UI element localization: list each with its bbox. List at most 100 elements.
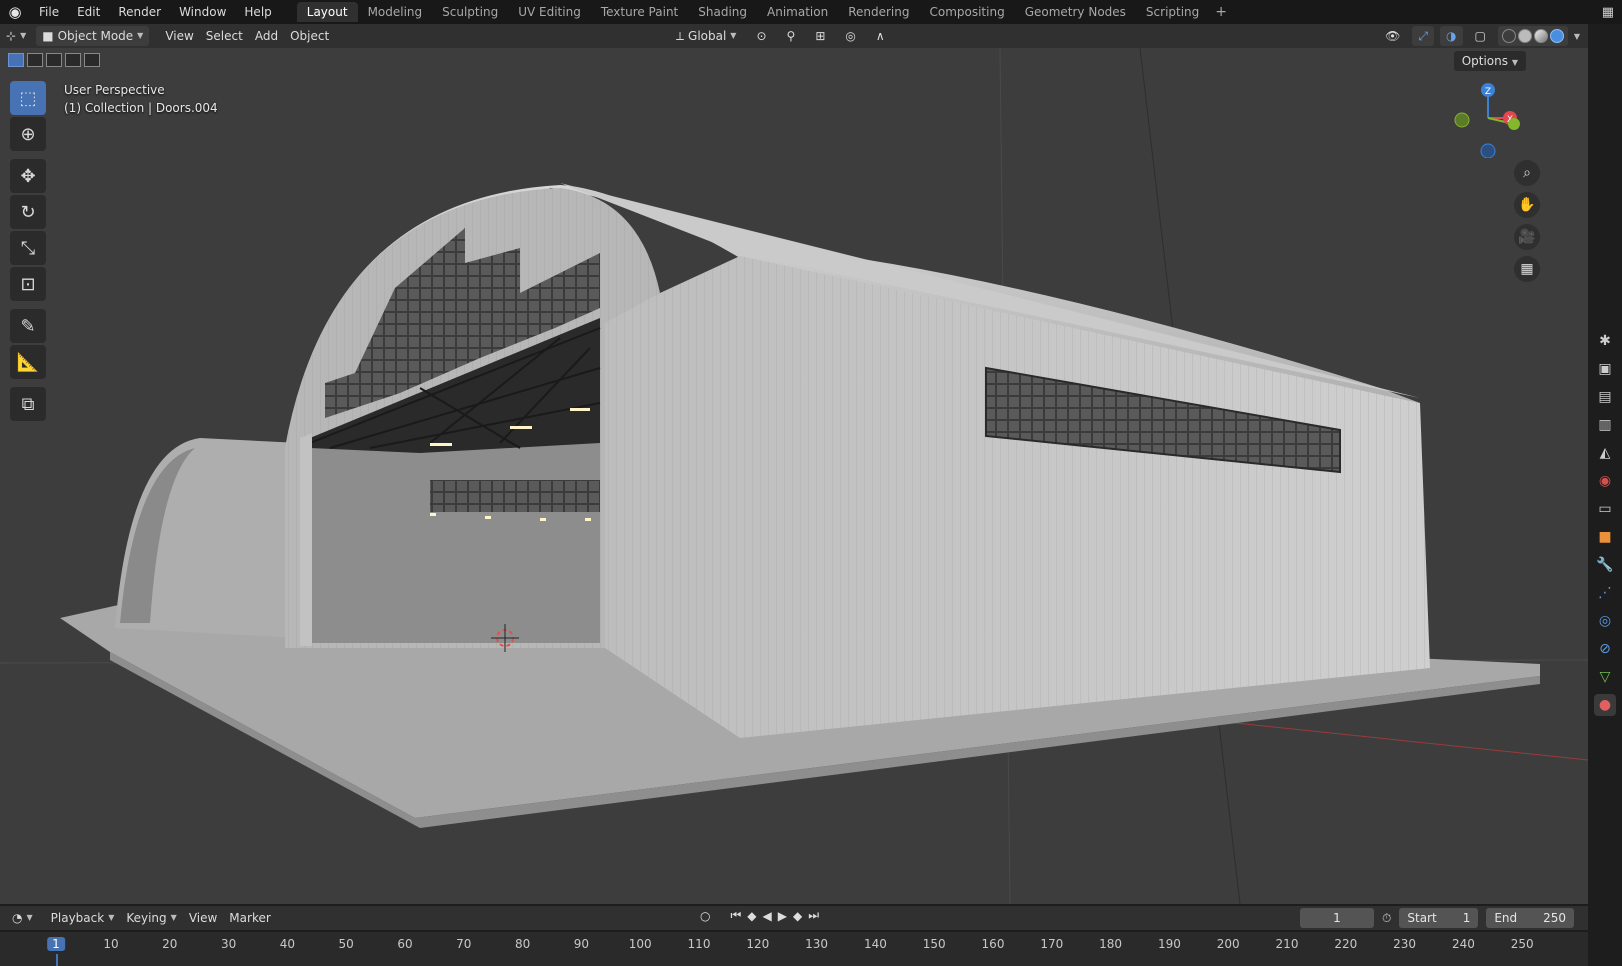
overlay-toggle-icon[interactable]: ◑ <box>1440 26 1463 46</box>
menu-keying[interactable]: Keying ▼ <box>120 908 182 928</box>
material-shading-icon[interactable] <box>1533 29 1548 43</box>
menu-marker[interactable]: Marker <box>223 908 276 928</box>
editor-type-icon: ⊹ <box>6 29 17 43</box>
select-subtract-icon[interactable] <box>46 53 62 67</box>
object-icon[interactable]: ■ <box>1594 526 1616 548</box>
snap-icon[interactable]: ⚲ <box>781 26 802 46</box>
3d-viewport[interactable]: User Perspective (1) Collection | Doors.… <box>0 48 1588 904</box>
jump-end-icon[interactable]: ⏭ <box>808 908 819 923</box>
timeline-tick: 250 <box>1510 937 1534 951</box>
playhead[interactable] <box>56 954 58 966</box>
move-icon[interactable]: ✥ <box>10 159 46 193</box>
scene-selector-icon[interactable]: ▦ <box>1602 5 1614 20</box>
menu-view[interactable]: View <box>159 26 199 46</box>
gizmo-toggle-icon[interactable]: ⤢ <box>1412 26 1435 46</box>
tab-modeling[interactable]: Modeling <box>358 2 433 22</box>
select-extend-icon[interactable] <box>27 53 43 67</box>
timeline-tick: 190 <box>1157 937 1181 951</box>
menu-help[interactable]: Help <box>235 0 280 24</box>
editor-type-button[interactable]: ⊹ ▼ <box>0 26 32 46</box>
scale-icon[interactable]: ⤡ <box>10 231 46 265</box>
menu-select[interactable]: Select <box>200 26 249 46</box>
auto-key-icon[interactable]: ○ <box>700 909 710 923</box>
camera-icon[interactable]: 🎥 <box>1514 224 1540 250</box>
menu-render[interactable]: Render <box>109 0 170 24</box>
proportional-edit-icon[interactable]: ◎ <box>839 26 861 46</box>
data-icon[interactable]: ▽ <box>1594 666 1616 688</box>
select-new-icon[interactable] <box>8 53 24 67</box>
select-intersect-icon[interactable] <box>84 53 100 67</box>
add-cube-icon[interactable]: ⧉ <box>10 387 46 421</box>
menu-edit[interactable]: Edit <box>68 0 109 24</box>
add-workspace-button[interactable]: + <box>1209 4 1233 20</box>
tab-sculpting[interactable]: Sculpting <box>432 2 508 22</box>
timeline-editor-type[interactable]: ◔ ▼ <box>6 908 39 928</box>
wireframe-shading-icon[interactable] <box>1501 29 1516 43</box>
snap-target-icon[interactable]: ⊞ <box>809 26 831 46</box>
annotate-icon[interactable]: ✎ <box>10 309 46 343</box>
solid-shading-icon[interactable] <box>1517 29 1532 43</box>
play-reverse-icon[interactable]: ◀ <box>763 909 772 923</box>
modifier-icon[interactable]: 🔧 <box>1594 554 1616 576</box>
next-keyframe-icon[interactable]: ◆ <box>793 909 802 923</box>
tab-shading[interactable]: Shading <box>688 2 757 22</box>
tab-layout[interactable]: Layout <box>296 2 358 22</box>
menu-window[interactable]: Window <box>170 0 235 24</box>
navigation-gizmo[interactable]: Z X <box>1448 78 1528 158</box>
transform-icon[interactable]: ⊡ <box>10 267 46 301</box>
shading-options-icon[interactable]: ▼ <box>1574 32 1580 41</box>
particles-icon[interactable]: ⋰ <box>1594 582 1616 604</box>
cursor-icon[interactable]: ⊕ <box>10 117 46 151</box>
constraints-icon[interactable]: ⊘ <box>1594 638 1616 660</box>
options-label: Options <box>1461 54 1509 68</box>
measure-icon[interactable]: 📐 <box>10 345 46 379</box>
xray-icon[interactable]: ▢ <box>1469 26 1492 46</box>
menu-file[interactable]: File <box>30 0 68 24</box>
collection-icon[interactable]: ▭ <box>1594 498 1616 520</box>
options-dropdown[interactable]: Options ▼ <box>1453 51 1526 71</box>
select-box-icon[interactable]: ⬚ <box>10 81 46 115</box>
timeline-ruler[interactable]: 1 10 20 30 40 50 60 70 80 90 100 110 120 130 140 150 160… <box>0 932 1588 966</box>
menu-add[interactable]: Add <box>249 26 284 46</box>
visibility-icon[interactable]: 👁 <box>1379 26 1406 46</box>
output-icon[interactable]: ▤ <box>1594 386 1616 408</box>
prev-keyframe-icon[interactable]: ◆ <box>747 909 756 923</box>
material-icon[interactable]: ● <box>1594 694 1616 716</box>
rendered-shading-icon[interactable] <box>1549 29 1564 43</box>
physics-icon[interactable]: ◎ <box>1594 610 1616 632</box>
tab-geometry-nodes[interactable]: Geometry Nodes <box>1015 2 1136 22</box>
tool-icon[interactable]: ✱ <box>1594 330 1616 352</box>
falloff-icon[interactable]: ∧ <box>870 26 891 46</box>
tab-animation[interactable]: Animation <box>757 2 838 22</box>
render-icon[interactable]: ▣ <box>1594 358 1616 380</box>
stopwatch-icon[interactable]: ⏱ <box>1382 911 1391 926</box>
menu-view-timeline[interactable]: View <box>183 908 223 928</box>
playback-controls: ○ ⏮ ◆ ◀ ▶ ◆ ⏭ <box>700 908 819 923</box>
tab-scripting[interactable]: Scripting <box>1136 2 1209 22</box>
world-icon[interactable]: ◉ <box>1594 470 1616 492</box>
mode-dropdown[interactable]: ■ Object Mode ▼ <box>36 26 150 46</box>
pivot-icon[interactable]: ⊙ <box>750 26 772 46</box>
zoom-icon[interactable]: ⌕ <box>1514 160 1540 186</box>
clock-icon: ◔ <box>12 911 23 925</box>
viewport-info: User Perspective (1) Collection | Doors.… <box>64 81 218 117</box>
menu-playback[interactable]: Playback ▼ <box>45 908 121 928</box>
pan-hand-icon[interactable]: ✋ <box>1514 192 1540 218</box>
jump-start-icon[interactable]: ⏮ <box>730 908 741 923</box>
rotate-icon[interactable]: ↻ <box>10 195 46 229</box>
blender-logo-icon[interactable]: ◉ <box>0 0 30 24</box>
end-frame-field[interactable]: End 250 <box>1486 908 1575 928</box>
tab-texture-paint[interactable]: Texture Paint <box>591 2 688 22</box>
view-layer-icon[interactable]: ▥ <box>1594 414 1616 436</box>
orientation-dropdown[interactable]: ⟂ Global ▼ <box>670 26 742 46</box>
tab-compositing[interactable]: Compositing <box>919 2 1014 22</box>
start-frame-field[interactable]: Start 1 <box>1399 908 1479 928</box>
menu-object[interactable]: Object <box>284 26 335 46</box>
select-invert-icon[interactable] <box>65 53 81 67</box>
play-icon[interactable]: ▶ <box>778 909 787 923</box>
scene-icon[interactable]: ◭ <box>1594 442 1616 464</box>
tab-uv-editing[interactable]: UV Editing <box>508 2 591 22</box>
grid-view-icon[interactable]: ▦ <box>1514 256 1540 282</box>
current-frame-field[interactable]: 1 <box>1300 908 1374 928</box>
tab-rendering[interactable]: Rendering <box>838 2 919 22</box>
